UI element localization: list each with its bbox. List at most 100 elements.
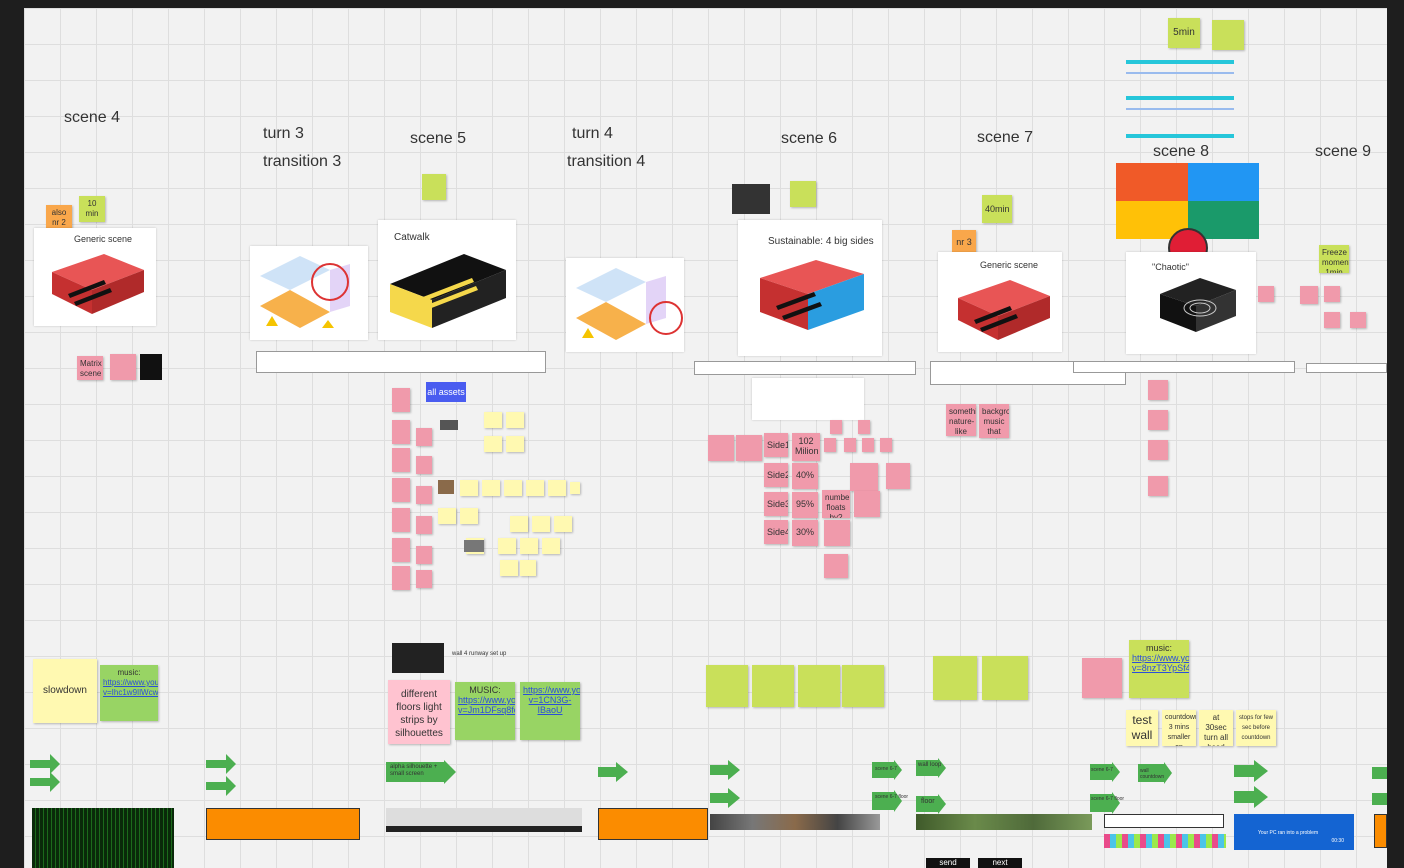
time-note-5min[interactable]: 5min (1168, 18, 1200, 48)
turn-4-diagram-card[interactable] (566, 258, 684, 352)
small-pink-note[interactable] (1324, 286, 1340, 302)
note-sound[interactable] (752, 665, 794, 707)
bsod-screen[interactable]: Your PC ran into a problem 00:30 (1234, 814, 1354, 850)
notes-table[interactable] (256, 351, 546, 373)
flow-note[interactable] (1148, 440, 1168, 460)
arrow-icon[interactable] (710, 760, 740, 808)
note-countdown[interactable]: countdown 3 mins smaller on scene 8 (1162, 710, 1196, 746)
side-4-value[interactable]: 30% (792, 520, 818, 546)
pink-note[interactable] (736, 435, 762, 461)
small-yellow-note[interactable] (510, 516, 528, 532)
toolbar-button-1[interactable]: send (926, 858, 970, 868)
arrow-icon[interactable] (1234, 760, 1268, 808)
small-yellow-note[interactable] (484, 436, 502, 452)
whiteboard-canvas[interactable]: scene 4 turn 3 transition 3 scene 5 turn… (24, 8, 1387, 868)
flow-note[interactable] (416, 516, 432, 534)
small-yellow-note[interactable] (498, 538, 516, 554)
small-yellow-note[interactable] (506, 436, 524, 452)
side-3-note[interactable]: Side3 (764, 492, 788, 516)
generic-scene-card[interactable]: Generic scene (34, 228, 156, 326)
note-nr3[interactable]: nr 3 (952, 230, 976, 254)
all-assets-banner[interactable]: all assets (426, 382, 466, 402)
arrow-icon[interactable] (598, 762, 628, 782)
small-pink-note[interactable] (858, 420, 870, 434)
note-music-3[interactable]: https://www.youtube.com/watch?v=1CN3G-IB… (520, 682, 580, 740)
small-yellow-note[interactable] (548, 480, 566, 496)
note-something-nature[interactable]: something nature-like (scorch) (946, 404, 976, 436)
side-2-value[interactable]: 40% (792, 463, 818, 489)
orange-placeholder-bar[interactable] (598, 808, 708, 840)
pink-note[interactable] (824, 554, 848, 578)
small-pink-note[interactable] (1300, 286, 1318, 304)
forest-strip[interactable] (916, 814, 1092, 830)
flow-note[interactable] (416, 546, 432, 564)
small-yellow-note[interactable] (460, 480, 478, 496)
music-link[interactable]: https://www.youtube.com/watch?v=Jm1DFsq8… (458, 695, 515, 715)
small-yellow-note[interactable] (520, 560, 536, 576)
flow-note[interactable] (392, 566, 410, 590)
pink-note[interactable] (886, 463, 910, 489)
note-sound[interactable] (706, 665, 748, 707)
color-strip[interactable] (1104, 834, 1226, 848)
note-freeze-moment[interactable]: Freeze moment 1min (1319, 245, 1349, 273)
side-1-value[interactable]: 102 Milion (792, 433, 820, 461)
countdown-box[interactable] (1104, 814, 1224, 828)
note-pink[interactable] (110, 354, 136, 380)
flow-note[interactable] (416, 486, 432, 504)
note-sound[interactable] (842, 665, 884, 707)
toolbar-button-2[interactable]: next (978, 858, 1022, 868)
small-yellow-note[interactable] (570, 482, 580, 494)
flow-note[interactable] (416, 456, 432, 474)
arrow-icon[interactable] (916, 758, 946, 778)
side-4-note[interactable]: Side4 (764, 520, 788, 544)
music-link[interactable]: https://www.youtube.com/watch?v=8nzT3YpS… (1132, 653, 1189, 673)
small-yellow-note[interactable] (484, 412, 502, 428)
catwalk-card[interactable]: Catwalk (378, 220, 516, 340)
small-pink-note[interactable] (1324, 312, 1340, 328)
small-yellow-note[interactable] (504, 480, 522, 496)
image-thumbnail[interactable] (464, 540, 484, 552)
flow-note[interactable] (392, 478, 410, 502)
small-yellow-note[interactable] (482, 480, 500, 496)
image-thumbnail[interactable] (440, 420, 458, 430)
note-this-one[interactable] (933, 656, 977, 700)
small-yellow-note[interactable] (542, 538, 560, 554)
note-time[interactable] (790, 181, 816, 207)
note-time[interactable] (422, 174, 446, 200)
notes-table[interactable] (1306, 363, 1387, 373)
pink-note[interactable] (824, 520, 850, 546)
small-yellow-note[interactable] (500, 560, 518, 576)
silhouette-strip[interactable] (386, 808, 582, 832)
small-yellow-note[interactable] (532, 516, 550, 532)
chaotic-card[interactable]: "Chaotic" (1126, 252, 1256, 354)
note-40min[interactable]: 40min (982, 195, 1012, 223)
small-note[interactable] (1212, 20, 1244, 50)
small-pink-note[interactable] (1350, 312, 1366, 328)
note-sound[interactable] (798, 665, 840, 707)
pink-note[interactable] (708, 435, 734, 461)
note-number-floats[interactable]: number floats by? (822, 490, 850, 518)
generic-scene-card-7[interactable]: Generic scene (938, 252, 1062, 352)
small-pink-note[interactable] (830, 420, 842, 434)
small-yellow-note[interactable] (506, 412, 524, 428)
note-matrix-scene[interactable]: Matrix scene (77, 356, 103, 380)
runway-thumbnail[interactable] (392, 643, 444, 673)
small-pink-note[interactable] (862, 438, 874, 452)
room-thumbnail[interactable] (732, 184, 770, 214)
small-pink-note[interactable] (844, 438, 856, 452)
matrix-thumbnail[interactable] (140, 354, 162, 380)
turn-3-diagram-card[interactable] (250, 246, 368, 340)
note-just-sunglasses[interactable] (982, 656, 1028, 700)
note-at-30sec[interactable]: at 30sec turn all bsod (1199, 710, 1233, 746)
matrix-strip[interactable] (32, 808, 174, 868)
note-time-to-blast[interactable] (1082, 658, 1122, 698)
note-different-floors[interactable]: different floors light strips by silhoue… (388, 680, 450, 744)
small-pink-note[interactable] (824, 438, 836, 452)
arrow-icon[interactable] (206, 754, 238, 798)
flow-note[interactable] (392, 538, 410, 562)
small-yellow-note[interactable] (526, 480, 544, 496)
small-pink-note[interactable] (1258, 286, 1274, 302)
image-thumbnail[interactable] (438, 480, 454, 494)
small-yellow-note[interactable] (438, 508, 456, 524)
arrow-icon[interactable] (1372, 762, 1387, 810)
